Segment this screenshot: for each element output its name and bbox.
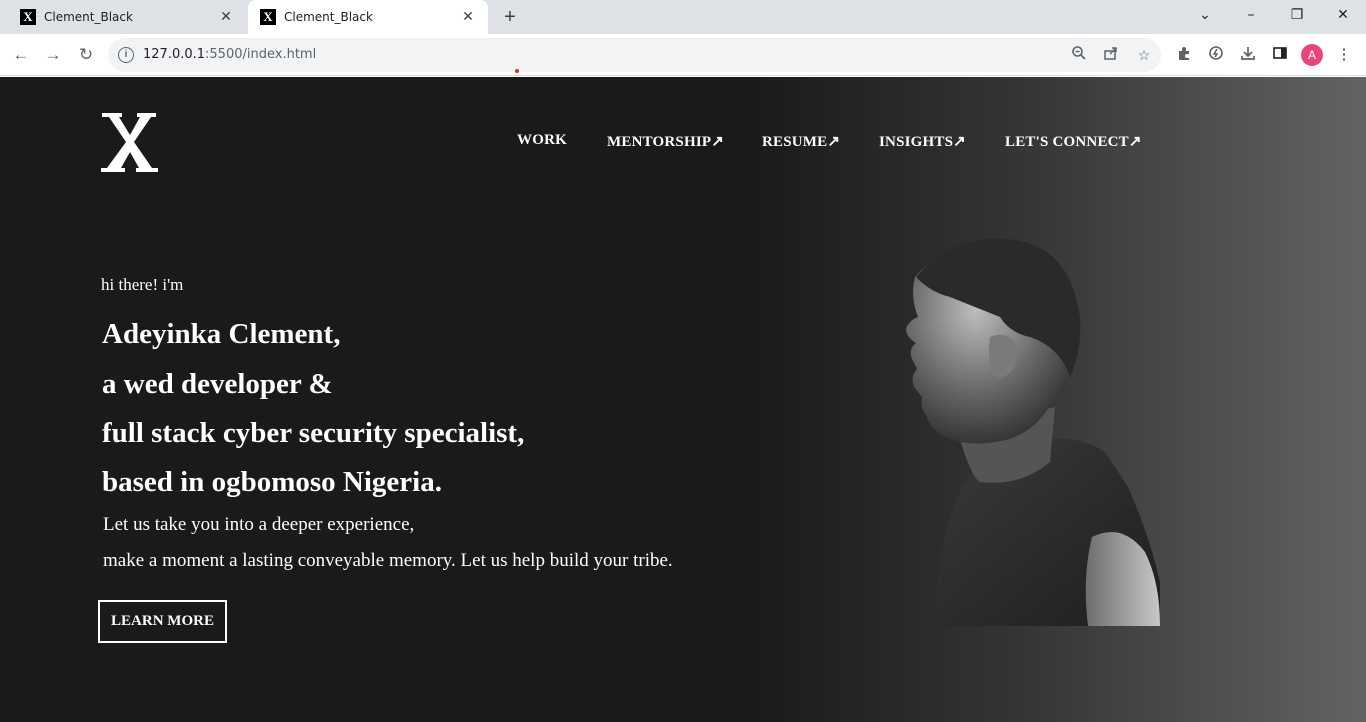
nav-link-insights[interactable]: INSIGHTS↗: [879, 132, 966, 151]
tab-search-chevron-icon[interactable]: ⌄: [1182, 0, 1228, 30]
bookmark-star-icon[interactable]: ☆: [1134, 45, 1154, 65]
reload-icon[interactable]: ↻: [74, 43, 98, 67]
browser-tab[interactable]: X Clement_Black ✕: [8, 0, 246, 34]
hero-subtext-1: Let us take you into a deeper experience…: [103, 514, 415, 535]
site-info-icon[interactable]: i: [118, 47, 134, 63]
share-icon[interactable]: [1101, 45, 1121, 65]
close-tab-icon[interactable]: ✕: [458, 9, 478, 25]
new-tab-icon[interactable]: +: [498, 5, 522, 29]
loading-indicator: [515, 69, 519, 73]
nav-link-work[interactable]: WORK: [517, 132, 567, 149]
forward-arrow-icon[interactable]: →: [41, 43, 65, 67]
restore-icon[interactable]: ❐: [1274, 0, 1320, 30]
profile-avatar[interactable]: A: [1301, 44, 1323, 66]
url-text[interactable]: 127.0.0.1:5500/index.html: [143, 47, 316, 62]
hero-headline-specialty: full stack cyber security specialist,: [102, 417, 525, 449]
side-panel-icon[interactable]: [1270, 45, 1290, 65]
close-tab-icon[interactable]: ✕: [216, 9, 236, 25]
url-host: 127.0.0.1: [143, 47, 206, 62]
hero-headline-role: a wed developer &: [102, 368, 333, 400]
menu-kebab-icon[interactable]: ⋮: [1334, 45, 1354, 65]
learn-more-button[interactable]: LEARN MORE: [98, 600, 227, 643]
tab-favicon: X: [260, 9, 276, 25]
extensions-icon[interactable]: [1174, 45, 1194, 65]
main-nav: WORK MENTORSHIP↗ RESUME↗ INSIGHTS↗ LET'S…: [0, 132, 1366, 152]
tab-strip: X Clement_Black ✕ X Clement_Black ✕ + ⌄ …: [0, 0, 1366, 34]
address-bar[interactable]: i 127.0.0.1:5500/index.html ☆: [108, 38, 1161, 72]
tab-favicon: X: [20, 9, 36, 25]
url-path: :5500/index.html: [205, 47, 317, 62]
minimize-icon[interactable]: –: [1228, 0, 1274, 30]
profile-portrait-image: [860, 237, 1160, 626]
zoom-icon[interactable]: [1069, 45, 1089, 65]
hero-headline-location: based in ogbomoso Nigeria.: [102, 466, 442, 498]
download-icon[interactable]: [1238, 45, 1258, 65]
hero-headline-name: Adeyinka Clement,: [102, 318, 341, 350]
tab-title: Clement_Black: [44, 10, 133, 24]
browser-toolbar: ← → ↻ i 127.0.0.1:5500/index.html ☆ A ⋮: [0, 34, 1366, 76]
hero-section: X WORK MENTORSHIP↗ RESUME↗ INSIGHTS↗ LET…: [0, 77, 1366, 722]
hero-subtext-2: make a moment a lasting conveyable memor…: [103, 550, 673, 571]
browser-tab-active[interactable]: X Clement_Black ✕: [248, 0, 488, 34]
nav-link-lets-connect[interactable]: LET'S CONNECT↗: [1005, 132, 1142, 151]
back-arrow-icon[interactable]: ←: [9, 43, 33, 67]
nav-link-mentorship[interactable]: MENTORSHIP↗: [607, 132, 724, 151]
tab-title: Clement_Black: [284, 10, 373, 24]
window-close-icon[interactable]: ✕: [1320, 0, 1366, 30]
hero-greeting: hi there! i'm: [101, 275, 184, 294]
nav-link-resume[interactable]: RESUME↗: [762, 132, 840, 151]
performance-icon[interactable]: [1206, 45, 1226, 65]
